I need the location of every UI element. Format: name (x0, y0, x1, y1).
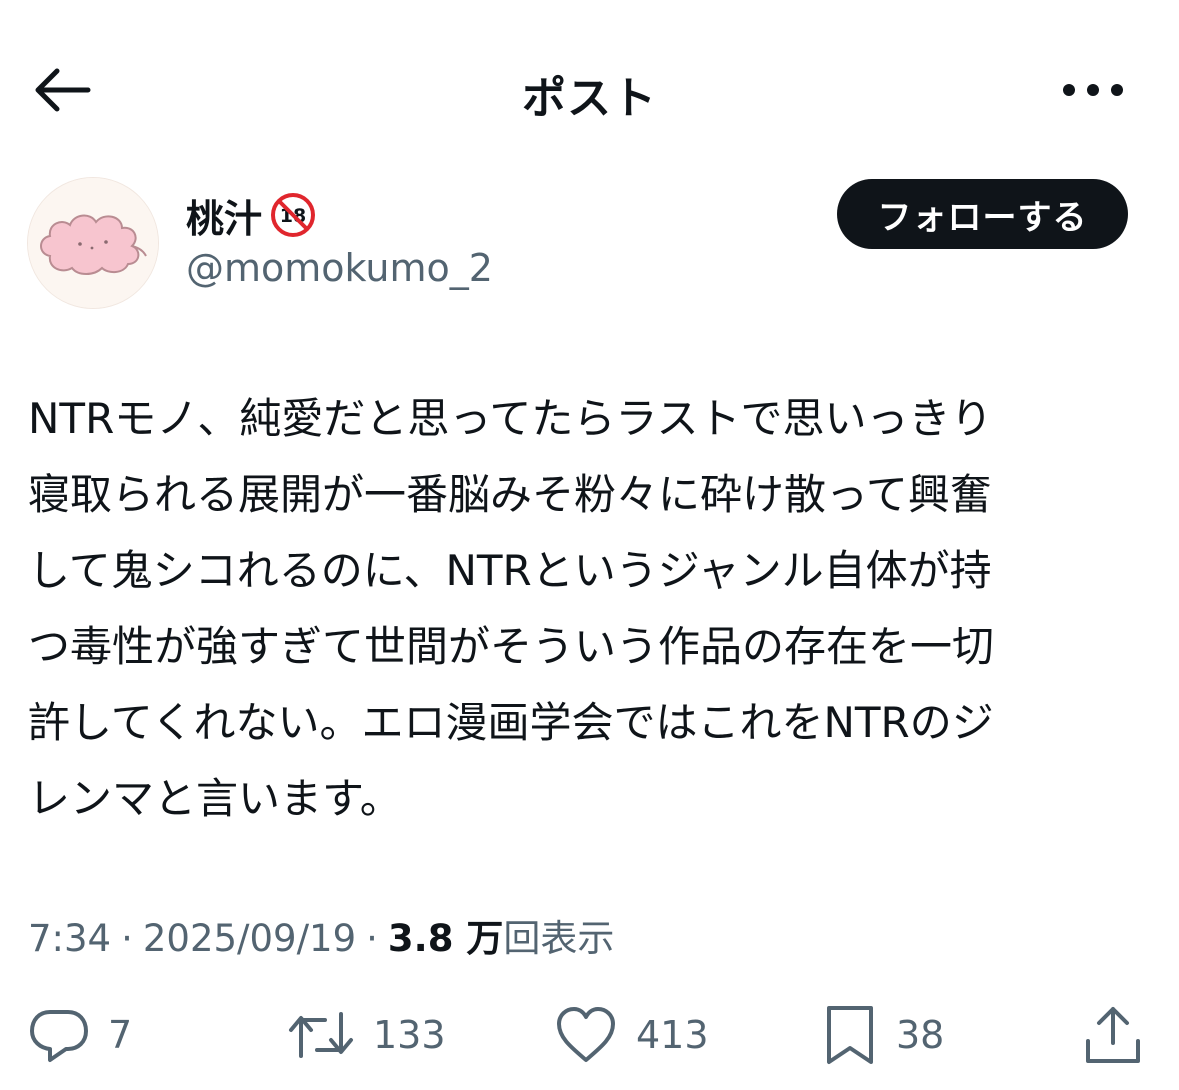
views-label: 回表示 (503, 917, 615, 960)
more-horizontal-icon (1063, 84, 1123, 96)
author-name[interactable]: 桃汁 (186, 188, 262, 243)
heart-icon (557, 1007, 615, 1062)
share-button[interactable] (1082, 1000, 1144, 1070)
like-count: 413 (636, 1013, 709, 1057)
avatar[interactable] (27, 177, 159, 309)
post-text: NTRモノ、純愛だと思ってたらラストで思いっきり 寝取られる展開が一番脳みそ粉々… (28, 394, 995, 823)
reply-icon (30, 1010, 88, 1062)
reply-count: 7 (108, 1013, 133, 1057)
author-name-row: 桃汁 18 (186, 188, 316, 242)
repost-count: 133 (373, 1013, 446, 1057)
bookmark-icon (827, 1006, 873, 1064)
like-button[interactable]: 413 (554, 1000, 709, 1070)
author-handle[interactable]: @momokumo_2 (186, 246, 493, 290)
no-under-18-icon: 18 (271, 193, 316, 237)
post-date[interactable]: 2025/09/19 (143, 917, 356, 960)
top-bar: ポスト (0, 40, 1179, 140)
page-title: ポスト (522, 73, 657, 124)
follow-button[interactable]: フォローする (837, 179, 1128, 249)
meta-separator: · (366, 917, 378, 960)
more-options-button[interactable] (1058, 70, 1128, 110)
post-detail-page: ポスト 桃汁 18 @momokumo_2 フォローする NTR (0, 0, 1179, 1090)
repost-button[interactable]: 133 (287, 1000, 446, 1070)
views-count[interactable]: 3.8 万 (388, 908, 503, 962)
repost-icon (289, 1012, 353, 1058)
bookmark-button[interactable]: 38 (822, 1000, 944, 1070)
action-bar: 7 133 413 38 (0, 1000, 1179, 1080)
post-time[interactable]: 7:34 (28, 917, 111, 960)
post-meta: 7:34 · 2025/09/19 · 3.8 万 回表示 (28, 908, 614, 962)
bookmark-count: 38 (896, 1013, 945, 1057)
share-icon (1086, 1007, 1140, 1063)
pink-cloud-avatar (28, 178, 158, 308)
reply-button[interactable]: 7 (28, 1000, 132, 1070)
meta-separator: · (121, 917, 133, 960)
